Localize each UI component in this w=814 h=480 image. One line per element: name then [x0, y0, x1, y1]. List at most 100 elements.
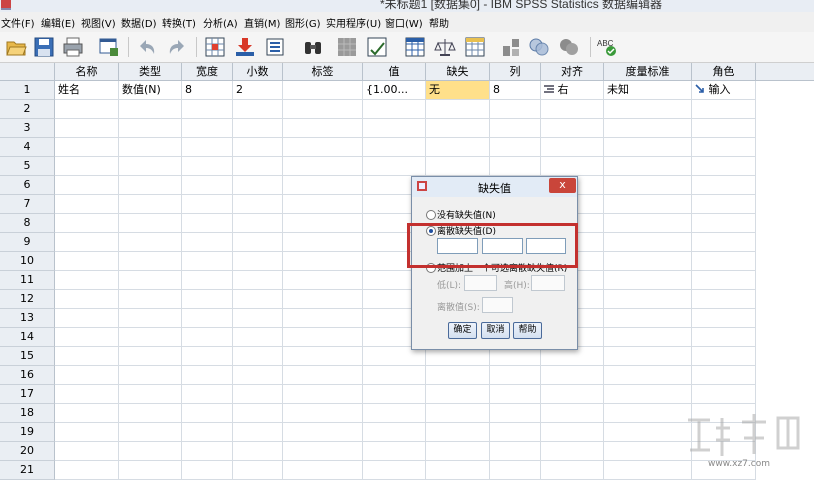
grid-cell[interactable] — [426, 423, 490, 442]
menu-window[interactable]: 窗口(W) — [385, 15, 423, 30]
grid-cell[interactable] — [604, 385, 692, 404]
grid-cell[interactable] — [55, 290, 119, 309]
grid-cell[interactable] — [283, 366, 363, 385]
grid-cell[interactable] — [541, 385, 604, 404]
spell-check-icon[interactable]: ABC — [596, 36, 618, 58]
radio-no-missing[interactable] — [426, 210, 436, 220]
grid-cell[interactable] — [363, 423, 426, 442]
grid-cell[interactable] — [182, 404, 233, 423]
grid-cell[interactable] — [490, 442, 541, 461]
grid-cell[interactable] — [119, 309, 182, 328]
grid-cell[interactable] — [233, 100, 283, 119]
row-number[interactable]: 5 — [0, 157, 55, 176]
grid-cell[interactable] — [233, 385, 283, 404]
grid-cell[interactable] — [119, 195, 182, 214]
grid-cell[interactable] — [541, 461, 604, 480]
row-number[interactable]: 11 — [0, 271, 55, 290]
undo-icon[interactable] — [136, 36, 158, 58]
row-number[interactable]: 13 — [0, 309, 55, 328]
grid-cell[interactable] — [604, 309, 692, 328]
cell-type[interactable]: 数值(N) — [119, 81, 182, 100]
grid-cell[interactable] — [541, 100, 604, 119]
column-header-align[interactable]: 对齐 — [541, 63, 604, 81]
grid-cell[interactable] — [182, 233, 233, 252]
grid-cell[interactable] — [283, 385, 363, 404]
row-number[interactable]: 17 — [0, 385, 55, 404]
grid-cell[interactable] — [233, 442, 283, 461]
grid-cell[interactable] — [604, 195, 692, 214]
grid-cell[interactable] — [233, 195, 283, 214]
grid-cell[interactable] — [692, 157, 756, 176]
grid-cell[interactable] — [119, 157, 182, 176]
grid-cell[interactable] — [55, 423, 119, 442]
grid-cell[interactable] — [55, 461, 119, 480]
grid-cell[interactable] — [490, 461, 541, 480]
grid-cell[interactable] — [426, 366, 490, 385]
row-number[interactable]: 15 — [0, 347, 55, 366]
grid-cell[interactable] — [283, 442, 363, 461]
grid-cell[interactable] — [541, 366, 604, 385]
dialog-close-button[interactable]: x — [549, 178, 576, 193]
grid-cell[interactable] — [233, 347, 283, 366]
grid-cell[interactable] — [426, 461, 490, 480]
grid-cell[interactable] — [233, 461, 283, 480]
grid-cell[interactable] — [283, 347, 363, 366]
grid-cell[interactable] — [182, 385, 233, 404]
grid-cell[interactable] — [692, 214, 756, 233]
grid-cell[interactable] — [426, 442, 490, 461]
grid-cell[interactable] — [363, 138, 426, 157]
column-header-columns[interactable]: 列 — [490, 63, 541, 81]
grid-cell[interactable] — [363, 461, 426, 480]
cell-width[interactable]: 8 — [182, 81, 233, 100]
grid-cell[interactable] — [283, 157, 363, 176]
grid-cell[interactable] — [55, 195, 119, 214]
value-labels-icon[interactable] — [500, 36, 522, 58]
grid-cell[interactable] — [283, 176, 363, 195]
grid-cell[interactable] — [182, 366, 233, 385]
column-header-missing[interactable]: 缺失 — [426, 63, 490, 81]
grid-cell[interactable] — [604, 176, 692, 195]
grid-cell[interactable] — [119, 100, 182, 119]
grid-cell[interactable] — [363, 100, 426, 119]
grid-cell[interactable] — [604, 366, 692, 385]
grid-cell[interactable] — [490, 100, 541, 119]
grid-cell[interactable] — [283, 290, 363, 309]
grid-cell[interactable] — [119, 442, 182, 461]
menu-data[interactable]: 数据(D) — [121, 15, 157, 30]
grid-cell[interactable] — [55, 442, 119, 461]
row-number[interactable]: 18 — [0, 404, 55, 423]
row-number[interactable]: 2 — [0, 100, 55, 119]
grid-cell[interactable] — [233, 252, 283, 271]
grid-cell[interactable] — [119, 328, 182, 347]
menu-graphs[interactable]: 图形(G) — [285, 15, 321, 30]
grid-cell[interactable] — [604, 214, 692, 233]
select-cases-icon[interactable] — [464, 36, 486, 58]
grid-cell[interactable] — [233, 233, 283, 252]
grid-cell[interactable] — [233, 119, 283, 138]
grid-cell[interactable] — [119, 347, 182, 366]
row-number[interactable]: 7 — [0, 195, 55, 214]
grid-cell[interactable] — [233, 214, 283, 233]
grid-cell[interactable] — [692, 119, 756, 138]
grid-cell[interactable] — [55, 252, 119, 271]
grid-cell[interactable] — [182, 252, 233, 271]
grid-cell[interactable] — [182, 157, 233, 176]
grid-cell[interactable] — [233, 366, 283, 385]
row-number[interactable]: 1 — [0, 81, 55, 100]
row-number[interactable]: 3 — [0, 119, 55, 138]
grid-cell[interactable] — [541, 138, 604, 157]
grid-cell[interactable] — [692, 233, 756, 252]
grid-cell[interactable] — [426, 119, 490, 138]
insert-cases-icon[interactable] — [336, 36, 358, 58]
grid-cell[interactable] — [55, 271, 119, 290]
row-number[interactable]: 16 — [0, 366, 55, 385]
row-number[interactable]: 14 — [0, 328, 55, 347]
print-icon[interactable] — [62, 36, 84, 58]
grid-cell[interactable] — [541, 423, 604, 442]
grid-cell[interactable] — [604, 233, 692, 252]
split-file-icon[interactable] — [404, 36, 426, 58]
grid-cell[interactable] — [55, 385, 119, 404]
ok-button[interactable]: 确定 — [448, 322, 477, 339]
grid-cell[interactable] — [55, 119, 119, 138]
grid-cell[interactable] — [363, 404, 426, 423]
